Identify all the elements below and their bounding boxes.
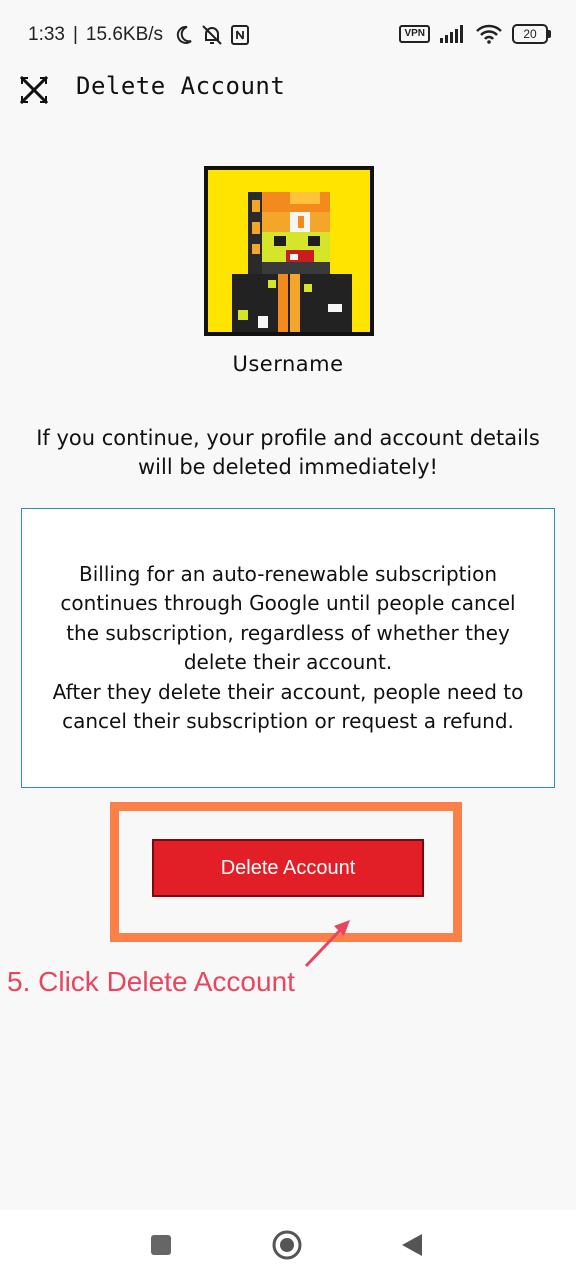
avatar-image [208, 170, 370, 332]
wifi-icon [476, 24, 502, 44]
username: Username [232, 352, 344, 376]
close-icon[interactable] [18, 74, 50, 106]
deletion-warning: If you continue, your profile and accoun… [36, 426, 540, 479]
app-header: Delete Account [0, 64, 576, 112]
status-separator: | [72, 24, 78, 45]
vpn-badge: VPN [399, 25, 430, 43]
moon-icon [176, 25, 192, 44]
battery-level: 20 [523, 27, 537, 41]
status-right: VPN 20 [399, 24, 551, 44]
home-icon[interactable] [272, 1230, 302, 1260]
delete-account-button[interactable]: Delete Account [152, 839, 424, 897]
network-speed: 15.6KB/s [85, 24, 164, 45]
billing-notice-box: Billing for an auto-renewable subscripti… [21, 508, 555, 788]
back-icon[interactable] [400, 1233, 424, 1257]
billing-notice-paragraph-2: After they delete their account, people … [52, 679, 524, 734]
status-bar: 1:33 | 15.6KB/s VPN 20 [0, 0, 576, 72]
tutorial-annotation: 5. Click Delete Account [7, 966, 295, 997]
billing-notice-paragraph-1: Billing for an auto-renewable subscripti… [60, 561, 516, 675]
battery-indicator: 20 [512, 24, 551, 44]
recents-icon[interactable] [151, 1235, 171, 1255]
bell-off-icon [202, 25, 222, 45]
status-left: 1:33 | 15.6KB/s [28, 24, 250, 46]
nfc-icon [231, 25, 250, 45]
status-time: 1:33 [28, 24, 65, 45]
signal-icon [440, 25, 463, 43]
avatar [204, 166, 374, 336]
annotation-arrow-icon [304, 920, 350, 968]
page-title: Delete Account [76, 72, 286, 100]
